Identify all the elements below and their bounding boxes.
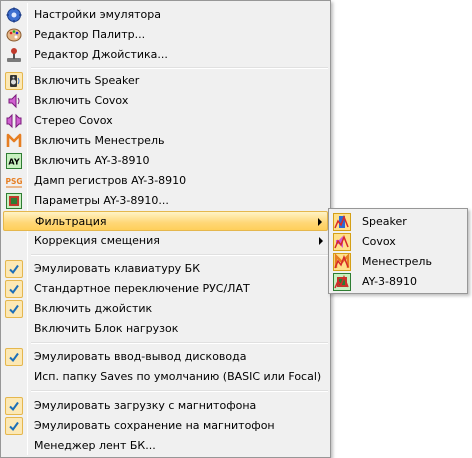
- filter-covox-icon: [333, 233, 351, 251]
- menu-item-label: Эмулировать загрузку с магнитофона: [34, 399, 257, 412]
- menu-item-stereo-covox[interactable]: Стерео Covox: [3, 111, 328, 131]
- palette-icon: [5, 26, 23, 44]
- menu-item-label: Эмулировать ввод-вывод дисковода: [34, 350, 247, 363]
- menu-item-label: Фильтрация: [35, 215, 107, 228]
- menu-item-label: Редактор Джойстика...: [34, 48, 168, 61]
- submenu-item-label: Speaker: [362, 215, 407, 228]
- menu-item-label: Настройки эмулятора: [34, 8, 161, 21]
- menu-item-label: Стандартное переключение РУС/ЛАТ: [34, 282, 250, 295]
- context-menu: Настройки эмулятора Редактор Палитр... Р…: [0, 0, 331, 458]
- menu-item-palette-editor[interactable]: Редактор Палитр...: [3, 25, 328, 45]
- menu-item-label: Менеджер лент БК...: [34, 439, 156, 452]
- menu-item-emulator-settings[interactable]: Настройки эмулятора: [3, 5, 328, 25]
- checkmark-icon: [5, 417, 23, 435]
- menu-separator: [31, 390, 328, 392]
- stereo-covox-icon: [5, 112, 23, 130]
- psg-dump-icon-text: PSG: [5, 177, 22, 186]
- checkmark-icon: [5, 280, 23, 298]
- menu-item-enable-covox[interactable]: Включить Covox: [3, 91, 328, 111]
- submenu-item-ay[interactable]: AY-3-8910: [331, 272, 465, 292]
- menu-item-label: Включить Covox: [34, 94, 129, 107]
- menu-item-enable-menestrel[interactable]: Включить Менестрель: [3, 131, 328, 151]
- submenu-item-label: Менестрель: [362, 255, 432, 268]
- filter-menestrel-icon: [333, 253, 351, 271]
- menu-item-label: Дамп регистров AY-3-8910: [34, 174, 187, 187]
- menu-item-offset-correction[interactable]: Коррекция смещения: [3, 231, 328, 251]
- submenu-arrow-icon: [319, 237, 323, 245]
- filtering-submenu: Speaker Covox Менестрель AY-3-8910: [328, 208, 468, 294]
- menu-item-emulate-tape-save[interactable]: Эмулировать сохранение на магнитофон: [3, 416, 328, 436]
- menu-item-joystick-editor[interactable]: Редактор Джойстика...: [3, 45, 328, 65]
- menu-item-label: Эмулировать сохранение на магнитофон: [34, 419, 275, 432]
- menu-item-label: Включить Менестрель: [34, 134, 165, 147]
- menestrel-icon: [5, 132, 23, 150]
- covox-icon: [5, 92, 23, 110]
- menu-item-emulate-tape-load[interactable]: Эмулировать загрузку с магнитофона: [3, 396, 328, 416]
- submenu-arrow-icon: [318, 218, 322, 226]
- checkmark-icon: [5, 397, 23, 415]
- checkmark-icon: [5, 348, 23, 366]
- speaker-icon: [5, 72, 23, 90]
- menu-item-label: Коррекция смещения: [34, 234, 160, 247]
- menu-separator: [31, 254, 328, 256]
- menu-item-enable-joystick[interactable]: Включить джойстик: [3, 299, 328, 319]
- menu-item-ay-register-dump[interactable]: PSG Дамп регистров AY-3-8910: [3, 171, 328, 191]
- menu-item-label: Стерео Covox: [34, 114, 113, 127]
- menu-item-enable-ay[interactable]: AY Включить AY-3-8910: [3, 151, 328, 171]
- ay-params-icon: [5, 192, 23, 210]
- menu-item-tape-manager[interactable]: Менеджер лент БК...: [3, 436, 328, 456]
- submenu-item-label: Covox: [362, 235, 396, 248]
- menu-item-label: Включить джойстик: [34, 302, 153, 315]
- checkmark-icon: [5, 260, 23, 278]
- submenu-item-menestrel[interactable]: Менестрель: [331, 252, 465, 272]
- checkmark-icon: [5, 300, 23, 318]
- ay-chip-icon-text: AY: [8, 158, 19, 167]
- menu-item-emulate-disk-io[interactable]: Эмулировать ввод-вывод дисковода: [3, 347, 328, 367]
- filter-speaker-icon: [333, 213, 351, 231]
- menu-item-emulate-keyboard[interactable]: Эмулировать клавиатуру БК: [3, 259, 328, 279]
- menu-item-label: Эмулировать клавиатуру БК: [34, 262, 201, 275]
- menu-separator: [31, 342, 328, 344]
- filter-ay-icon: [333, 273, 351, 291]
- menu-item-label: Редактор Палитр...: [34, 28, 146, 41]
- menu-item-enable-load-block[interactable]: Включить Блок нагрузок: [3, 319, 328, 339]
- menu-item-label: Включить Speaker: [34, 74, 140, 87]
- menu-item-label: Включить Блок нагрузок: [34, 322, 179, 335]
- menu-item-use-saves-folder[interactable]: Исп. папку Saves по умолчанию (BASIC или…: [3, 367, 328, 387]
- menu-item-filtering[interactable]: Фильтрация: [3, 211, 328, 231]
- gear-icon: [5, 6, 23, 24]
- menu-item-standard-rus-lat[interactable]: Стандартное переключение РУС/ЛАТ: [3, 279, 328, 299]
- menu-item-ay-parameters[interactable]: Параметры AY-3-8910...: [3, 191, 328, 211]
- menu-item-label: Исп. папку Saves по умолчанию (BASIC или…: [34, 370, 322, 383]
- psg-dump-icon: PSG: [5, 172, 23, 190]
- joystick-icon: [5, 46, 23, 64]
- submenu-item-speaker[interactable]: Speaker: [331, 212, 465, 232]
- menu-item-label: Включить AY-3-8910: [34, 154, 150, 167]
- ay-chip-icon: AY: [5, 152, 23, 170]
- menu-item-enable-speaker[interactable]: Включить Speaker: [3, 71, 328, 91]
- menu-item-label: Параметры AY-3-8910...: [34, 194, 169, 207]
- menu-separator: [31, 67, 328, 69]
- submenu-item-label: AY-3-8910: [362, 275, 418, 288]
- submenu-item-covox[interactable]: Covox: [331, 232, 465, 252]
